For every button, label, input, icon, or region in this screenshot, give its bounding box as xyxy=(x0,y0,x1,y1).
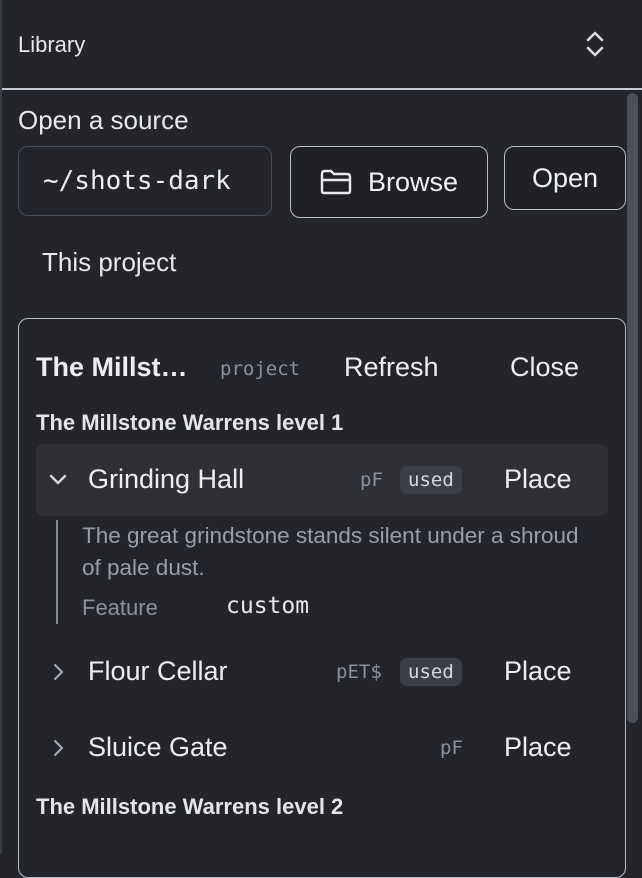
list-item-sluice-gate[interactable]: Sluice Gate pF Place xyxy=(36,712,608,784)
place-button[interactable]: Place xyxy=(504,464,572,495)
open-label: Open xyxy=(531,162,599,193)
source-path-input[interactable] xyxy=(18,146,272,216)
item-code: pF xyxy=(440,737,463,759)
library-title: Library xyxy=(18,32,86,57)
library-header: Library xyxy=(2,0,642,88)
status-badge: used xyxy=(400,658,462,686)
item-description: The great grindstone stands silent under… xyxy=(82,523,579,580)
group-title: The Millstone Warrens level 2 xyxy=(36,794,344,819)
scrollbar-thumb[interactable] xyxy=(627,93,638,723)
folder-icon xyxy=(320,169,352,195)
close-project-button[interactable]: Close xyxy=(510,352,579,383)
list-item-flour-cellar[interactable]: Flour Cellar pET$ used Place xyxy=(36,636,608,708)
tab-this-project[interactable]: This project xyxy=(42,247,176,278)
chevron-right-icon[interactable] xyxy=(48,738,68,758)
refresh-button[interactable]: Refresh xyxy=(344,352,439,383)
item-name: Sluice Gate xyxy=(88,732,228,762)
panel-left-border xyxy=(0,0,2,854)
status-badge: used xyxy=(400,466,462,494)
project-name: The Millst… xyxy=(36,352,188,382)
item-code: pF xyxy=(360,469,383,491)
project-tag: project xyxy=(220,358,301,380)
place-button[interactable]: Place xyxy=(504,732,572,763)
feature-label: Feature xyxy=(82,595,158,620)
item-name: Grinding Hall xyxy=(88,464,245,494)
item-code: pET$ xyxy=(336,661,382,683)
chevron-up-down-icon[interactable] xyxy=(584,29,606,59)
chevron-down-icon[interactable] xyxy=(48,470,68,490)
header-divider xyxy=(2,88,642,90)
chevron-right-icon[interactable] xyxy=(48,662,68,682)
browse-button[interactable]: Browse xyxy=(290,146,488,218)
open-source-heading: Open a source xyxy=(18,105,189,135)
item-name: Flour Cellar xyxy=(88,656,228,686)
list-item-grinding-hall[interactable]: Grinding Hall pF used Place xyxy=(36,444,608,516)
detail-divider xyxy=(56,520,58,624)
place-button[interactable]: Place xyxy=(504,656,572,687)
browse-label: Browse xyxy=(367,166,459,197)
open-button[interactable]: Open xyxy=(504,146,626,210)
group-title: The Millstone Warrens level 1 xyxy=(36,410,344,435)
feature-value: custom xyxy=(226,593,310,619)
